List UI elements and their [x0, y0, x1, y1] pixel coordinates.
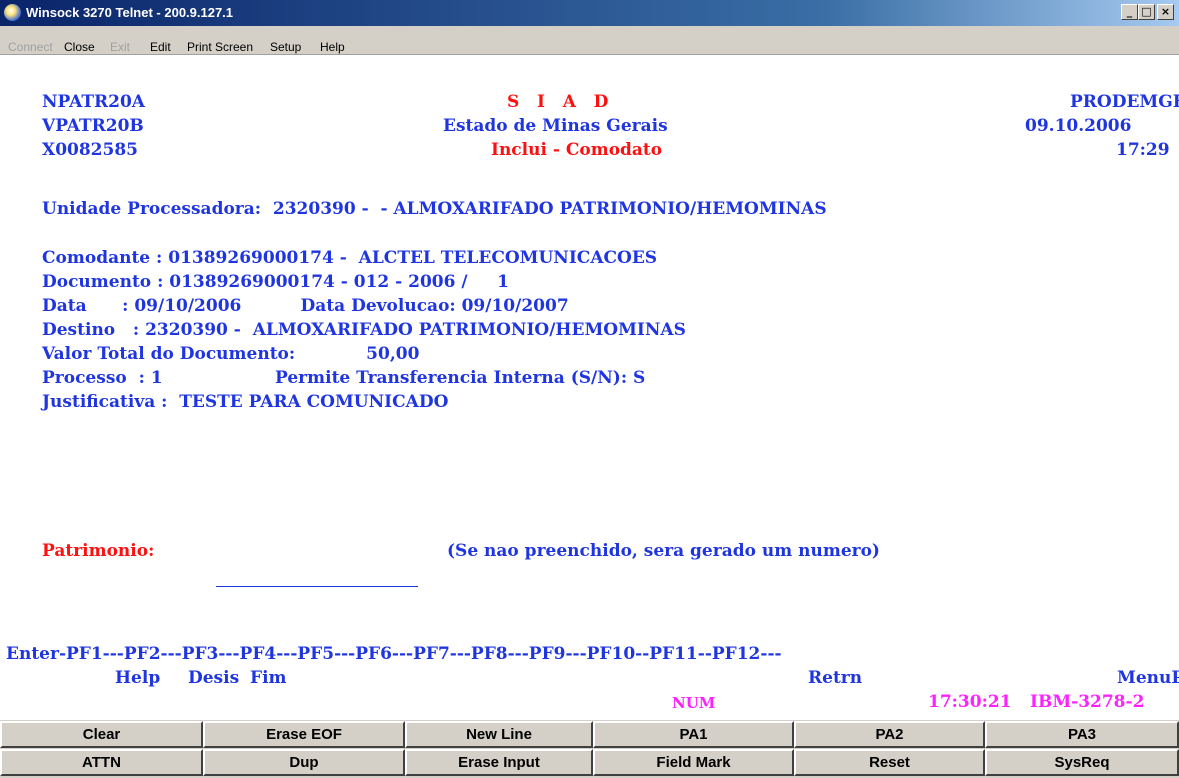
menu-edit[interactable]: Edit [150, 40, 171, 54]
line-comodante: Comodante : 01389269000174 - ALCTEL TELE… [42, 248, 658, 268]
erase-input-button[interactable]: Erase Input [405, 749, 593, 776]
menu-connect[interactable]: Connect [8, 40, 53, 54]
maximize-icon[interactable]: □ [1138, 4, 1155, 20]
program-id: NPATR20A [42, 92, 145, 112]
pf9-retrn-label: Retrn [808, 668, 863, 688]
erase-eof-button[interactable]: Erase EOF [203, 721, 405, 748]
attn-button[interactable]: ATTN [0, 749, 203, 776]
sysreq-button[interactable]: SysReq [985, 749, 1179, 776]
header-date: 09.10.2006 [1025, 116, 1132, 136]
close-icon[interactable]: × [1157, 4, 1174, 20]
pf1-help-label: Help [115, 668, 161, 688]
pf12-menup-label: MenuP [1117, 668, 1179, 688]
pa2-button[interactable]: PA2 [794, 721, 985, 748]
state-name: Estado de Minas Gerais [443, 116, 668, 136]
line-documento: Documento : 01389269000174 - 012 - 2006 … [42, 272, 509, 292]
pf2-desis-label: Desis [188, 668, 240, 688]
patrimonio-label: Patrimonio: [42, 541, 155, 561]
app-icon [4, 4, 21, 21]
menu-help[interactable]: Help [320, 40, 345, 54]
menu-close[interactable]: Close [64, 40, 95, 54]
line-processo: Processo : 1 Permite Transferencia Inter… [42, 368, 646, 388]
num-lock-indicator: NUM [672, 694, 716, 712]
title-bar: Winsock 3270 Telnet - 200.9.127.1 _ □ × [0, 0, 1179, 26]
terminal-screen: NPATR20A VPATR20B X0082585 S I A D Estad… [0, 55, 1179, 720]
operation-title: Inclui - Comodato [491, 140, 663, 160]
dup-button[interactable]: Dup [203, 749, 405, 776]
minimize-icon[interactable]: _ [1121, 4, 1138, 20]
menu-bar: Connect Close Exit Edit Print Screen Set… [0, 26, 1179, 55]
status-time: 17:30:21 [928, 692, 1012, 712]
pa1-button[interactable]: PA1 [593, 721, 794, 748]
field-mark-button[interactable]: Field Mark [593, 749, 794, 776]
header-time: 17:29 [1116, 140, 1170, 160]
unidade-processadora: Unidade Processadora: 2320390 - - ALMOXA… [42, 199, 827, 219]
clear-button[interactable]: Clear [0, 721, 203, 748]
company-name: PRODEMGE [1070, 92, 1179, 112]
patrimonio-input[interactable] [216, 566, 418, 587]
reset-button[interactable]: Reset [794, 749, 985, 776]
menu-print-screen[interactable]: Print Screen [187, 40, 253, 54]
view-id: VPATR20B [42, 116, 144, 136]
pf-key-line: Enter-PF1---PF2---PF3---PF4---PF5---PF6-… [6, 644, 782, 664]
user-id: X0082585 [42, 140, 138, 160]
terminal-model: IBM-3278-2 [1030, 692, 1145, 712]
system-name: S I A D [507, 92, 609, 112]
new-line-button[interactable]: New Line [405, 721, 593, 748]
menu-exit[interactable]: Exit [110, 40, 130, 54]
line-justificativa: Justificativa : TESTE PARA COMUNICADO [42, 392, 449, 412]
line-destino: Destino : 2320390 - ALMOXARIFADO PATRIMO… [42, 320, 686, 340]
pa3-button[interactable]: PA3 [985, 721, 1179, 748]
pf3-fim-label: Fim [250, 668, 287, 688]
patrimonio-hint: (Se nao preenchido, sera gerado um numer… [447, 541, 880, 561]
menu-setup[interactable]: Setup [270, 40, 301, 54]
line-valor-total: Valor Total do Documento: 50,00 [42, 344, 420, 364]
function-keypad: Clear Erase EOF New Line PA1 PA2 PA3 ATT… [0, 720, 1179, 778]
window-title: Winsock 3270 Telnet - 200.9.127.1 [26, 5, 234, 20]
line-data: Data : 09/10/2006 Data Devolucao: 09/10/… [42, 296, 569, 316]
